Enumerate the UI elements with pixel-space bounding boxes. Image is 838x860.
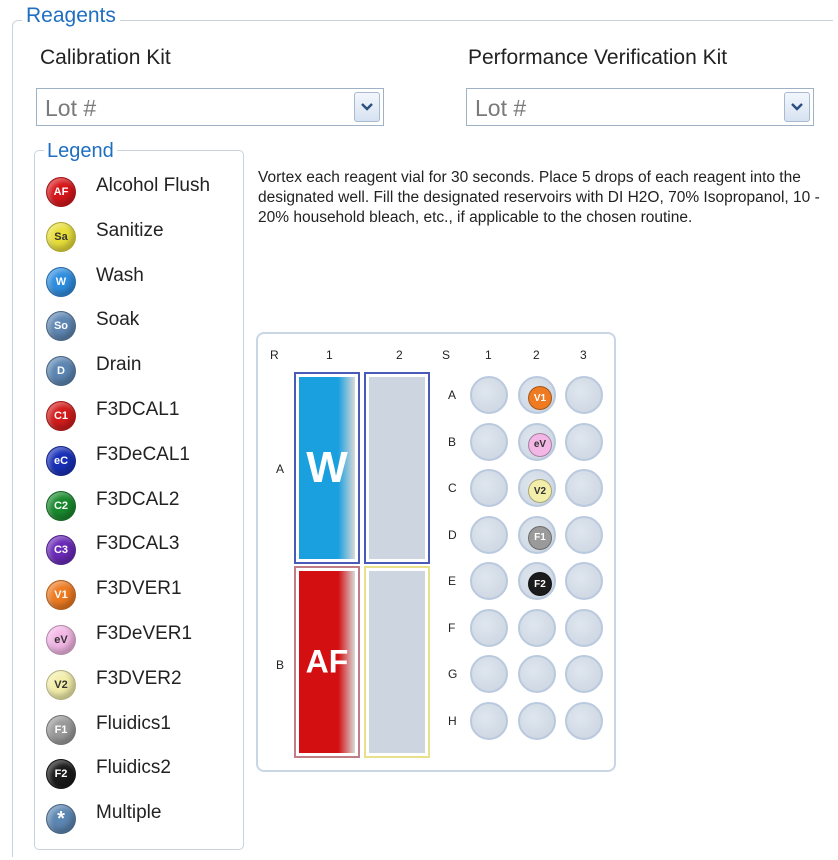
well-h3[interactable] xyxy=(565,701,603,740)
legend-f3decal1-icon: eC xyxy=(46,445,76,476)
reservoir-column-header: 2 xyxy=(396,348,403,362)
reagent-plate: R 1 2 S 1 2 3 A B W AF A V1 BeV C V2 D F1 E F2 F G H xyxy=(256,332,616,772)
verification-kit-label: Performance Verification Kit xyxy=(468,46,728,69)
well-c1[interactable] xyxy=(470,469,508,507)
legend-item-label: F3DeCAL1 xyxy=(96,443,190,465)
calibration-kit-value: Lot # xyxy=(45,95,97,121)
well-e3[interactable] xyxy=(565,562,603,600)
well-d1[interactable] xyxy=(470,515,508,554)
legend-fluidics1-icon: F1 xyxy=(46,714,76,745)
well-column-header: 3 xyxy=(580,348,587,362)
reservoir-a1[interactable]: W xyxy=(294,372,360,564)
well-h2[interactable] xyxy=(518,701,556,740)
reservoir-label: W xyxy=(306,443,348,492)
reservoir-b1[interactable]: AF xyxy=(294,566,360,758)
well-e2[interactable]: F2 xyxy=(518,562,556,600)
well-d3[interactable] xyxy=(565,515,603,554)
well-row-header: B xyxy=(448,434,457,449)
well-row-header: A xyxy=(448,388,457,402)
legend-item-label: F3DVER1 xyxy=(96,578,182,600)
well-reagent-v2: V2 xyxy=(528,479,552,503)
legend-item-label: Soak xyxy=(96,309,140,331)
well-row-header: C xyxy=(448,481,457,495)
well-row-header: G xyxy=(448,667,458,681)
legend-item-label: Wash xyxy=(96,264,144,286)
reservoir-b2[interactable] xyxy=(364,566,430,758)
well-g2[interactable] xyxy=(518,655,556,693)
well-row-header: H xyxy=(448,713,457,728)
legend-item-label: Fluidics2 xyxy=(96,757,171,779)
well-c3[interactable] xyxy=(565,469,603,507)
reservoir-label: AF xyxy=(305,643,349,680)
reagents-group-title: Reagents xyxy=(22,4,120,28)
well-row-header: D xyxy=(448,527,457,542)
reservoir-a2[interactable] xyxy=(364,372,430,564)
legend-f3dcal1-icon: C1 xyxy=(46,401,76,431)
well-e1[interactable] xyxy=(470,562,508,600)
legend-item-label: Multiple xyxy=(96,802,162,824)
legend-item-label: F3DCAL1 xyxy=(96,399,180,420)
well-b3[interactable] xyxy=(565,422,603,461)
well-h1[interactable] xyxy=(470,701,508,740)
well-f3[interactable] xyxy=(565,608,603,647)
well-reagent-ev: eV xyxy=(528,432,552,457)
legend-title: Legend xyxy=(44,140,117,163)
well-d2[interactable]: F1 xyxy=(518,515,556,554)
well-g3[interactable] xyxy=(565,655,603,693)
well-a2[interactable]: V1 xyxy=(518,376,556,414)
legend-item-label: F3DVER2 xyxy=(96,667,182,689)
instructions-text: Vortex each reagent vial for 30 seconds.… xyxy=(258,169,820,226)
legend-sanitize-icon: Sa xyxy=(46,221,76,252)
legend-item-label: Sanitize xyxy=(96,219,164,241)
legend-alcohol-flush-icon: AF xyxy=(46,177,76,207)
legend-drain-icon: D xyxy=(46,356,76,387)
reservoir-row-header: B xyxy=(276,658,285,672)
legend-item-label: Alcohol Flush xyxy=(96,175,211,196)
well-a3[interactable] xyxy=(565,376,603,414)
well-f1[interactable] xyxy=(470,608,508,647)
calibration-kit-label: Calibration Kit xyxy=(40,46,171,69)
calibration-kit-select[interactable]: Lot # xyxy=(36,88,384,126)
legend-f3dever1-icon: eV xyxy=(46,625,76,655)
chevron-down-icon[interactable] xyxy=(354,92,380,122)
legend-f3dcal2-icon: C2 xyxy=(46,490,76,521)
well-b1[interactable] xyxy=(470,422,508,461)
legend-item-label: Drain xyxy=(96,354,142,376)
legend-wash-icon: W xyxy=(46,266,76,297)
well-g1[interactable] xyxy=(470,655,508,693)
chevron-down-icon[interactable] xyxy=(784,92,810,122)
well-reagent-f1: F1 xyxy=(528,525,552,550)
well-row-header: E xyxy=(448,574,457,588)
legend-item-label: Fluidics1 xyxy=(96,712,171,734)
reservoir-column-header: 1 xyxy=(326,348,333,362)
reservoir-fill xyxy=(369,377,425,559)
well-c2[interactable]: V2 xyxy=(518,469,556,507)
well-reagent-v1: V1 xyxy=(528,386,552,410)
legend-item-label: F3DCAL3 xyxy=(96,533,180,555)
reservoir-header: R xyxy=(270,348,279,362)
legend-f3dver2-icon: V2 xyxy=(46,669,76,700)
verification-kit-value: Lot # xyxy=(475,95,527,121)
well-f2[interactable] xyxy=(518,608,556,647)
legend-f3dver1-icon: V1 xyxy=(46,580,76,611)
verification-kit-select[interactable]: Lot # xyxy=(466,88,814,126)
well-header: S xyxy=(442,348,451,362)
well-b2[interactable]: eV xyxy=(518,422,556,461)
well-row-header: F xyxy=(448,620,456,635)
well-reagent-f2: F2 xyxy=(528,572,552,596)
well-a1[interactable] xyxy=(470,376,508,414)
well-column-header: 2 xyxy=(533,348,540,362)
reservoir-row-header: A xyxy=(276,462,285,476)
reservoir-fill xyxy=(369,571,425,753)
legend-item-label: F3DeVER1 xyxy=(96,623,193,644)
legend-multiple-icon: * xyxy=(46,804,76,835)
well-column-header: 1 xyxy=(485,348,492,362)
legend-item-label: F3DCAL2 xyxy=(96,488,180,510)
